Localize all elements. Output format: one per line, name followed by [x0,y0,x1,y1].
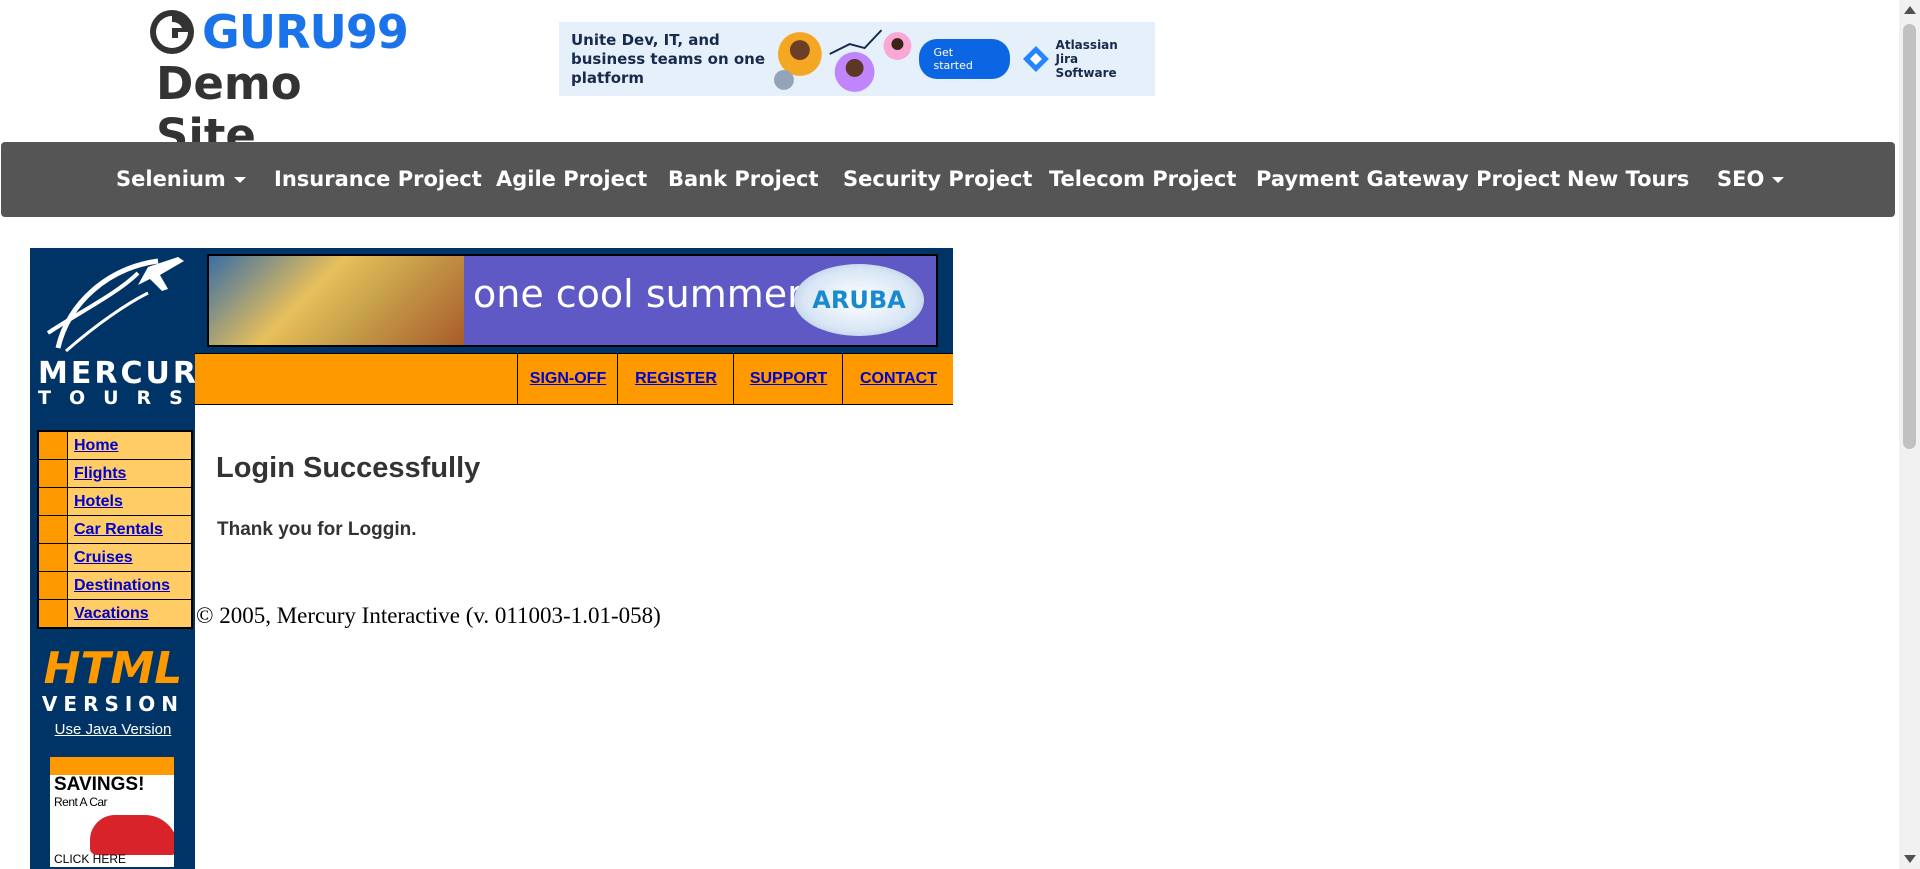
side-menu-row: Home [39,432,191,460]
guru99-emblem-icon [150,10,194,54]
side-link-cruises[interactable]: Cruises [74,549,133,566]
savings-subtitle: Rent A Car [54,795,108,809]
savings-ad-top-bar [50,757,174,775]
jira-diamond-icon [1022,46,1049,72]
side-link-hotels[interactable]: Hotels [74,493,123,510]
menu-bullet [39,600,68,627]
java-version-link[interactable]: Use Java Version [55,721,172,738]
get-started-button[interactable]: Get started [919,39,1010,79]
ad-banner[interactable]: Unite Dev, IT, and business teams on one… [559,22,1155,96]
side-link-flights[interactable]: Flights [74,465,126,482]
side-menu-row: Hotels [39,488,191,516]
sign-off-link[interactable]: SIGN-OFF [530,370,606,387]
aruba-banner-text: one cool summer [473,272,803,316]
mercury-side-menu: Home Flights Hotels Car Rentals Cruises … [37,430,193,629]
red-car-icon [90,815,174,855]
savings-title: SAVINGS! [54,774,145,795]
support-link[interactable]: SUPPORT [750,370,827,387]
main-navbar: Selenium Insurance Project Agile Project… [1,142,1895,217]
mercury-top-links-bar: SIGN-OFF REGISTER SUPPORT CONTACT [195,353,953,405]
ad-people-illustration-icon [774,29,912,92]
nav-item-insurance-project[interactable]: Insurance Project [274,142,482,217]
version-word: VERSION [41,692,185,716]
page-title: Login Successfully [216,452,481,484]
menu-bullet [39,432,68,459]
html-version-badge: HTML VERSION [38,643,188,716]
side-menu-row: Cruises [39,544,191,572]
register-link[interactable]: REGISTER [635,370,717,387]
side-menu-row: Flights [39,460,191,488]
aruba-banner-ad[interactable]: one cool summer ARUBA [207,254,938,347]
register-cell: REGISTER [617,354,734,404]
contact-link[interactable]: CONTACT [860,370,937,387]
sign-off-cell: SIGN-OFF [517,354,618,404]
login-message: Thank you for Loggin. [217,519,417,540]
scroll-up-arrow-icon[interactable] [1904,6,1916,14]
mercury-logo-line1: MERCURY [38,356,223,391]
side-menu-row: Car Rentals [39,516,191,544]
menu-bullet [39,488,68,515]
nav-item-label: SEO [1717,167,1765,191]
side-link-vacations[interactable]: Vacations [74,605,149,622]
nav-item-selenium[interactable]: Selenium [116,142,246,217]
scrollbar-thumb[interactable] [1903,24,1916,449]
chevron-down-icon [1772,177,1785,183]
nav-item-security-project[interactable]: Security Project [843,142,1032,217]
savings-rent-a-car-ad[interactable]: SAVINGS! Rent A Car CLICK HERE [48,755,176,869]
ad-brand-line2: Jira Software [1055,52,1117,80]
menu-bullet [39,460,68,487]
html-version-word: HTML [43,643,183,694]
nav-item-label: Selenium [116,167,226,191]
side-menu-row: Vacations [39,600,191,627]
nav-item-seo[interactable]: SEO [1717,142,1785,217]
menu-bullet [39,572,68,599]
java-version-link-wrap: Use Java Version [38,721,188,739]
menu-bullet [39,544,68,571]
menu-bullet [39,516,68,543]
support-cell: SUPPORT [733,354,843,404]
savings-click-here: CLICK HERE [54,852,127,866]
scroll-down-arrow-icon[interactable] [1904,855,1916,863]
vertical-scrollbar[interactable] [1899,0,1920,869]
brand-name: GURU99 [202,5,409,59]
nav-item-new-tours[interactable]: New Tours [1567,142,1689,217]
side-menu-row: Destinations [39,572,191,600]
nav-item-agile-project[interactable]: Agile Project [496,142,647,217]
nav-item-payment-gateway-project[interactable]: Payment Gateway Project [1256,142,1560,217]
airplane-swoosh-icon [46,257,184,353]
nav-item-bank-project[interactable]: Bank Project [668,142,819,217]
side-link-destinations[interactable]: Destinations [74,577,170,594]
chevron-down-icon [233,177,246,183]
mercury-tours-logo: MERCURY TOURS [38,253,223,409]
ad-brand-line1: Atlassian [1055,38,1118,52]
aruba-logo: ARUBA [794,264,924,336]
mercury-logo-line2: TOURS [38,387,201,409]
copyright-text: © 2005, Mercury Interactive (v. 011003-1… [196,603,661,628]
guru99-logo[interactable]: GURU99 Demo Site [148,5,409,162]
side-link-home[interactable]: Home [74,437,118,454]
aruba-beach-photo [209,256,464,345]
atlassian-brand: Atlassian Jira Software [1022,38,1143,80]
side-link-car-rentals[interactable]: Car Rentals [74,521,163,538]
ad-text: Unite Dev, IT, and business teams on one… [571,30,766,87]
contact-cell: CONTACT [842,354,954,404]
nav-item-telecom-project[interactable]: Telecom Project [1049,142,1236,217]
